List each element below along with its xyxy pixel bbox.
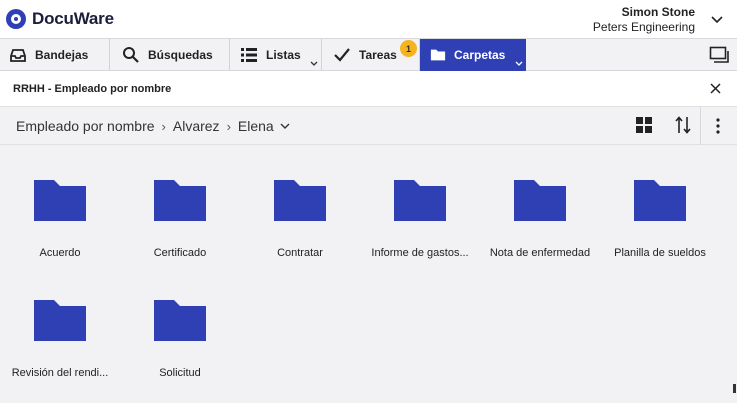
- tab-listas[interactable]: Listas: [230, 39, 322, 71]
- folder-label: Planilla de sueldos: [614, 247, 706, 259]
- toolbar-divider: [700, 107, 701, 145]
- chevron-down-icon[interactable]: [711, 13, 723, 25]
- folder-tile[interactable]: Revisión del rendi...: [0, 265, 120, 379]
- scroll-edge-marker: [733, 384, 736, 393]
- chevron-down-icon[interactable]: [515, 61, 523, 67]
- tab-label: Bandejas: [35, 48, 89, 62]
- breadcrumb-item[interactable]: Elena: [238, 118, 274, 134]
- tasks-count-badge: 1: [400, 40, 417, 57]
- breadcrumb-bar: Empleado por nombre › Alvarez › Elena: [0, 107, 737, 145]
- folder-label: Solicitud: [159, 367, 201, 379]
- tab-label: Búsquedas: [148, 48, 213, 62]
- user-name: Simon Stone: [621, 5, 695, 19]
- breadcrumb: Empleado por nombre › Alvarez › Elena: [16, 118, 290, 134]
- folder-icon: [154, 180, 206, 221]
- app-header: DocuWare Simon Stone Peters Engineering: [0, 0, 737, 38]
- tab-bandejas[interactable]: Bandejas: [0, 39, 110, 71]
- folder-tile[interactable]: Solicitud: [120, 265, 240, 379]
- folder-tile[interactable]: Certificado: [120, 145, 240, 259]
- folder-icon: [274, 180, 326, 221]
- more-options-icon[interactable]: [715, 118, 721, 134]
- tab-carpetas[interactable]: Carpetas: [420, 39, 526, 71]
- tab-label: Listas: [266, 48, 301, 62]
- folder-tile[interactable]: Planilla de sueldos: [600, 145, 720, 259]
- folder-icon: [34, 180, 86, 221]
- tab-label: Carpetas: [454, 48, 506, 62]
- user-menu[interactable]: Simon Stone Peters Engineering: [593, 5, 695, 35]
- folder-tile[interactable]: Contratar: [240, 145, 360, 259]
- logo-text: DocuWare: [32, 9, 114, 28]
- tab-busquedas[interactable]: Búsquedas: [110, 39, 230, 71]
- folder-label: Contratar: [277, 247, 323, 259]
- checkmark-icon: [334, 48, 350, 62]
- search-icon: [123, 47, 139, 63]
- folder-label: Certificado: [153, 247, 207, 259]
- folder-tile[interactable]: Nota de enfermedad: [480, 145, 600, 259]
- panel-title: RRHH - Empleado por nombre: [13, 83, 172, 95]
- folder-tile[interactable]: Informe de gastos...: [360, 145, 480, 259]
- folder-icon: [394, 180, 446, 221]
- breadcrumb-item[interactable]: Empleado por nombre: [16, 118, 155, 134]
- user-company: Peters Engineering: [592, 20, 695, 34]
- breadcrumb-item[interactable]: Alvarez: [173, 118, 220, 134]
- folder-icon: [430, 49, 446, 61]
- folder-icon: [514, 180, 566, 221]
- docuware-logo[interactable]: DocuWare: [6, 9, 114, 29]
- folder-label: Nota de enfermedad: [489, 247, 591, 259]
- window-icon[interactable]: [709, 46, 729, 64]
- breadcrumb-separator: ›: [161, 118, 166, 134]
- tab-tareas[interactable]: Tareas 1: [322, 39, 420, 71]
- grid-view-icon[interactable]: [636, 117, 652, 133]
- list-icon: [241, 48, 257, 62]
- folder-label: Revisión del rendi...: [11, 367, 109, 379]
- tab-label: Tareas: [359, 48, 397, 62]
- folder-label: Informe de gastos...: [371, 247, 469, 259]
- folder-grid: Acuerdo Certificado Contratar Informe de…: [0, 145, 737, 403]
- breadcrumb-separator: ›: [226, 118, 231, 134]
- chevron-down-icon[interactable]: [280, 123, 290, 130]
- sort-icon[interactable]: [675, 116, 691, 134]
- folder-label: Acuerdo: [39, 247, 81, 259]
- docuware-logo-icon: [6, 9, 26, 29]
- close-icon[interactable]: [710, 83, 721, 94]
- folder-icon: [34, 300, 86, 341]
- chevron-down-icon[interactable]: [310, 61, 318, 67]
- folder-icon: [634, 180, 686, 221]
- tray-icon: [10, 49, 26, 62]
- folder-icon: [154, 300, 206, 341]
- panel-title-bar: RRHH - Empleado por nombre: [0, 71, 737, 107]
- folder-tile[interactable]: Acuerdo: [0, 145, 120, 259]
- main-tabbar: Bandejas Búsquedas Listas Tareas 1 Carpe…: [0, 38, 737, 71]
